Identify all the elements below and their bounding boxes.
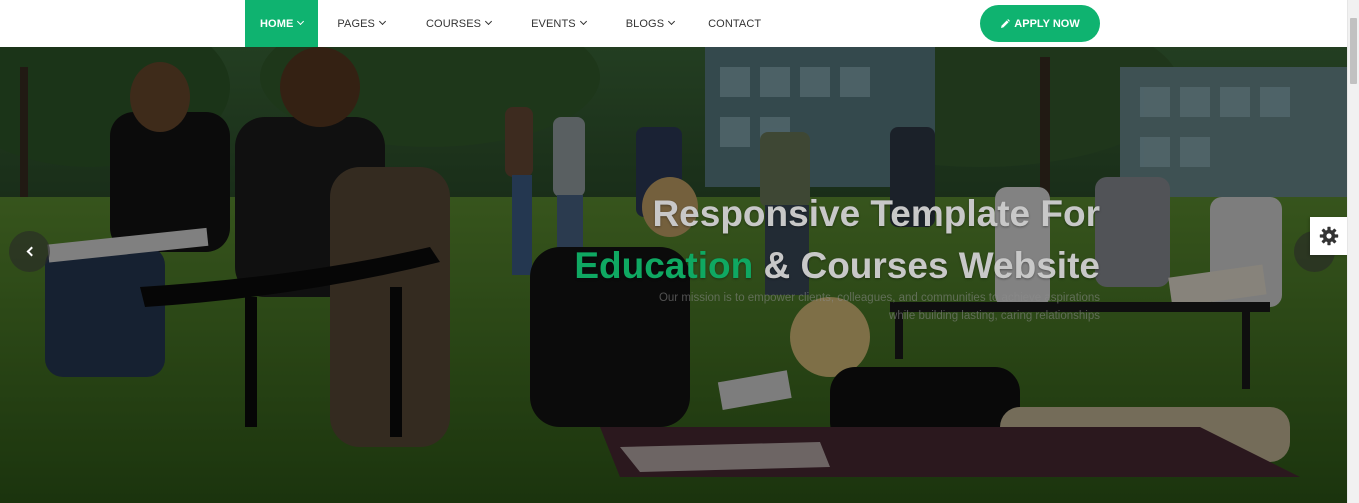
apply-now-label: APPLY NOW	[1014, 17, 1080, 30]
nav-item-home-label: HOME	[260, 17, 294, 30]
hero-title: Responsive Template For Education & Cour…	[574, 188, 1100, 292]
hero-subtitle: Our mission is to empower clients, colle…	[620, 289, 1100, 325]
hero-subtitle-line2: while building lasting, caring relations…	[889, 310, 1100, 322]
chevron-down-icon	[297, 17, 305, 26]
chevron-down-icon	[579, 17, 587, 26]
hero-title-line2-rest: & Courses Website	[753, 245, 1100, 286]
nav-item-blogs-label: BLOGS	[625, 17, 665, 30]
nav-item-contact-label: CONTACT	[708, 17, 762, 30]
nav-item-events[interactable]: EVENTS	[531, 0, 587, 47]
main-nav: HOME PAGES COURSES EVENTS BLOGS CONTACT	[245, 0, 761, 47]
nav-item-courses[interactable]: COURSES	[426, 0, 493, 47]
hero-subtitle-line1: Our mission is to empower clients, colle…	[658, 292, 1100, 304]
chevron-down-icon	[668, 17, 676, 26]
site-header: HOME PAGES COURSES EVENTS BLOGS CONTACT …	[0, 0, 1347, 47]
apply-now-button[interactable]: APPLY NOW	[980, 5, 1100, 42]
nav-item-blogs[interactable]: BLOGS	[625, 0, 676, 47]
hero-title-accent: Education	[574, 245, 754, 286]
nav-item-contact[interactable]: CONTACT	[708, 0, 761, 47]
nav-item-pages-label: PAGES	[337, 17, 375, 30]
nav-item-events-label: EVENTS	[531, 17, 576, 30]
gear-icon	[1319, 226, 1338, 246]
slider-prev-button[interactable]	[9, 231, 50, 272]
nav-item-home[interactable]: HOME	[245, 0, 319, 47]
scrollbar-thumb[interactable]	[1350, 18, 1357, 84]
page-scrollbar[interactable]	[1347, 0, 1359, 503]
hero-title-line2: Education & Courses Website	[574, 240, 1100, 292]
chevron-down-icon	[485, 17, 493, 26]
nav-item-courses-label: COURSES	[426, 17, 482, 30]
pencil-icon	[1001, 18, 1011, 28]
chevron-down-icon	[378, 17, 387, 26]
hero-slider: Responsive Template For Education & Cour…	[0, 47, 1347, 503]
settings-toggle-button[interactable]	[1310, 217, 1347, 255]
hero-title-line1: Responsive Template For	[652, 193, 1100, 234]
nav-item-pages[interactable]: PAGES	[337, 0, 387, 47]
chevron-left-icon	[26, 246, 36, 257]
